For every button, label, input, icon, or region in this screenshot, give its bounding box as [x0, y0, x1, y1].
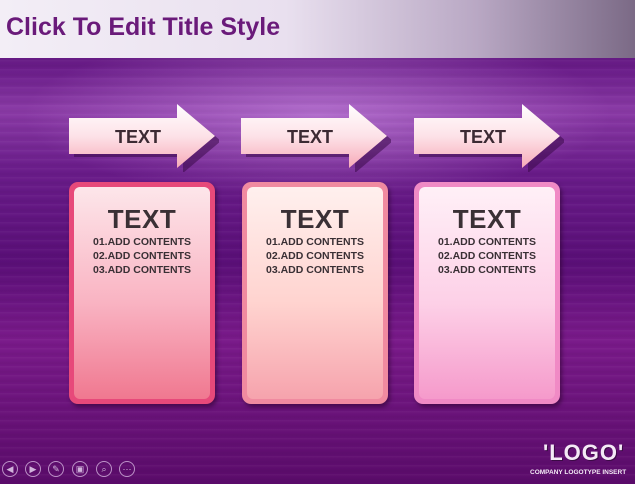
arrow-label: TEXT [286, 127, 333, 147]
content-card-2[interactable]: TEXT 01.ADD CONTENTS 02.ADD CONTENTS 03.… [242, 182, 388, 404]
list-item: 02.ADD CONTENTS [437, 250, 536, 262]
card-items: 01.ADD CONTENTS 02.ADD CONTENTS 03.ADD C… [414, 235, 560, 277]
card-heading: TEXT [452, 204, 522, 234]
card-items: 01.ADD CONTENTS 02.ADD CONTENTS 03.ADD C… [242, 235, 388, 277]
logo-subtitle: COMPANY LOGOTYPE INSERT [530, 469, 627, 476]
more-icon[interactable]: ⋯ [119, 461, 135, 477]
card-heading: TEXT [107, 204, 177, 234]
zoom-icon[interactable]: ⌕ [96, 461, 112, 477]
arrow-shape-3[interactable]: TEXT [414, 104, 564, 172]
content-card-3[interactable]: TEXT 01.ADD CONTENTS 02.ADD CONTENTS 03.… [414, 182, 560, 404]
slide-title[interactable]: Click To Edit Title Style [6, 13, 280, 42]
list-item: 02.ADD CONTENTS [265, 250, 364, 262]
arrow-label: TEXT [459, 127, 506, 147]
arrow-shape-1[interactable]: TEXT [69, 104, 219, 172]
title-bar: Click To Edit Title Style [0, 0, 635, 58]
list-item: 03.ADD CONTENTS [437, 264, 536, 276]
list-item: 03.ADD CONTENTS [92, 264, 191, 276]
pen-icon[interactable]: ✎ [48, 461, 64, 477]
card-items: 01.ADD CONTENTS 02.ADD CONTENTS 03.ADD C… [69, 235, 215, 277]
arrow-label: TEXT [114, 127, 161, 147]
content-card-1[interactable]: TEXT 01.ADD CONTENTS 02.ADD CONTENTS 03.… [69, 182, 215, 404]
list-item: 03.ADD CONTENTS [265, 264, 364, 276]
arrow-shape-2[interactable]: TEXT [241, 104, 391, 172]
list-item: 01.ADD CONTENTS [437, 236, 536, 248]
card-heading: TEXT [280, 204, 350, 234]
next-icon[interactable]: ▶ [25, 461, 41, 477]
slides-icon[interactable]: ▣ [72, 461, 88, 477]
list-item: 01.ADD CONTENTS [265, 236, 364, 248]
logo: 'LOGO' [543, 440, 625, 465]
previous-icon[interactable]: ◀ [2, 461, 18, 477]
list-item: 01.ADD CONTENTS [92, 236, 191, 248]
list-item: 02.ADD CONTENTS [92, 250, 191, 262]
